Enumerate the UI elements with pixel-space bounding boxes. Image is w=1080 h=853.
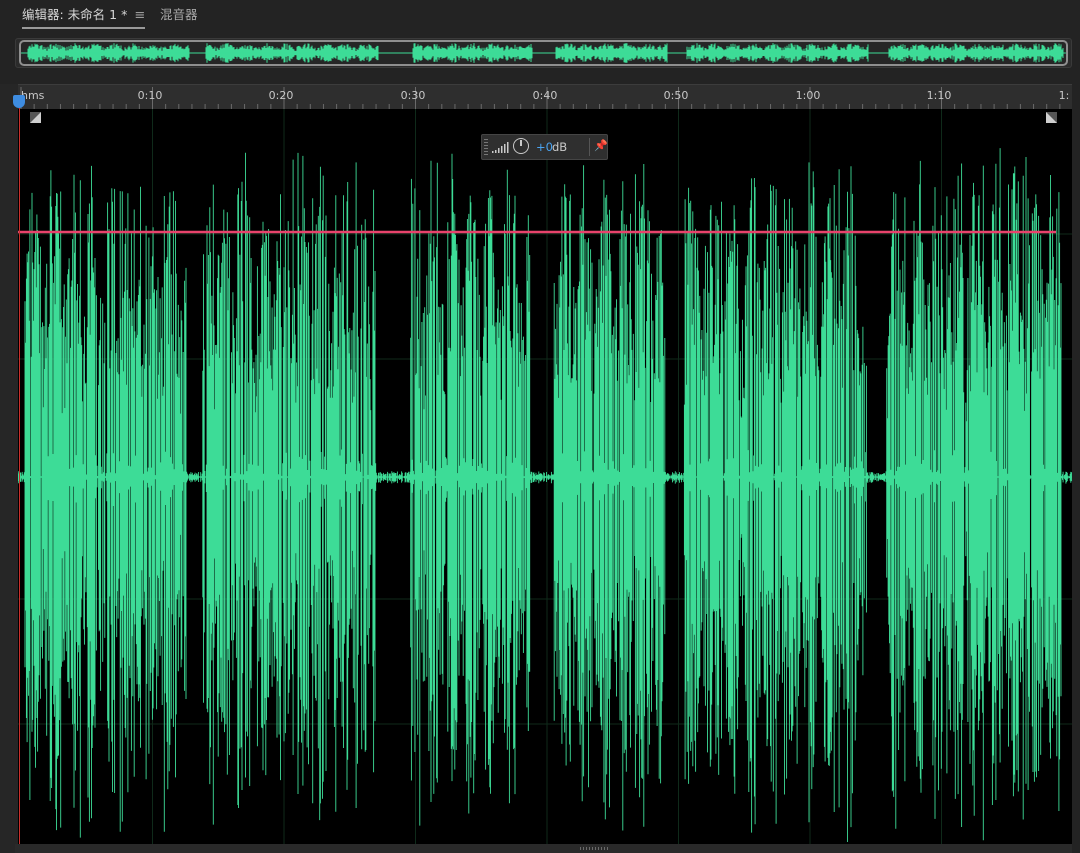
gain-unit: dB [552, 140, 568, 154]
left-gutter [0, 84, 18, 853]
level-meter-icon [492, 142, 509, 153]
volume-knob-icon[interactable] [513, 138, 529, 154]
waveform-channel [18, 148, 1072, 842]
ruler-label-0-50: 0:50 [663, 89, 689, 102]
ruler-label-1-10: 1:10 [926, 89, 952, 102]
playhead-marker[interactable] [13, 95, 25, 108]
gain-hud[interactable]: +0 dB 📌 [481, 134, 608, 160]
waveform [18, 109, 1072, 844]
overview-waveform [21, 43, 1066, 63]
ruler-label-1-00: 1:00 [795, 89, 821, 102]
pin-icon[interactable]: 📌 [594, 139, 608, 152]
hamburger-menu-icon[interactable]: ≡ [134, 8, 145, 23]
tab-editor-label: 编辑器: 未命名 1 * [22, 7, 128, 22]
ruler-label-0-10: 0:10 [137, 89, 163, 102]
editor-tab-bar: 编辑器: 未命名 1 * ≡ 混音器 [0, 0, 1080, 32]
hud-drag-grip-icon[interactable] [484, 139, 488, 155]
overview-zoom-range[interactable] [19, 40, 1068, 66]
tab-mixer-label: 混音器 [160, 7, 198, 22]
playhead-line[interactable] [19, 96, 20, 844]
horizontal-scrollbar[interactable] [15, 844, 1072, 853]
tab-editor[interactable]: 编辑器: 未命名 1 * ≡ [22, 6, 146, 29]
ruler-label-0-30: 0:30 [400, 89, 426, 102]
waveform-display[interactable] [18, 109, 1072, 844]
time-ruler[interactable]: hms 0:10 0:20 0:30 0:40 0:50 1:00 1:10 1… [18, 84, 1072, 110]
hud-divider [589, 138, 590, 156]
waveform-overview[interactable] [15, 38, 1072, 68]
resize-grip-icon[interactable] [580, 847, 610, 850]
ruler-label-0-20: 0:20 [268, 89, 294, 102]
gain-value[interactable]: +0 [536, 140, 553, 154]
tab-mixer[interactable]: 混音器 [160, 6, 198, 24]
ruler-label-0-40: 0:40 [532, 89, 558, 102]
ruler-label-end: 1: [1058, 89, 1070, 102]
